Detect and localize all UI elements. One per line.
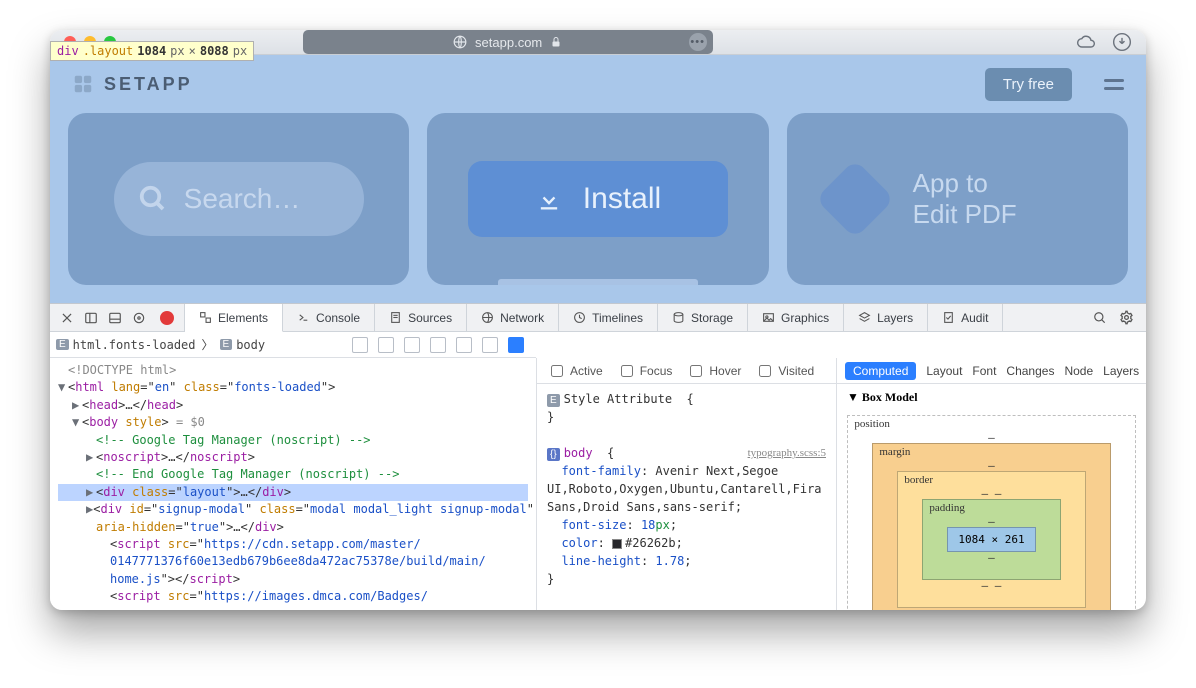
dock-bottom-icon[interactable] [108,311,122,325]
tool-5[interactable] [456,337,472,353]
card-install: Install [427,113,768,285]
computed-panel: Computed Layout Font Changes Node Layers… [836,358,1146,610]
chevron-right-icon: 〉 [202,336,214,353]
box-model-content: 1084 × 261 [947,527,1035,552]
styles-list[interactable]: EStyle Attribute { } {}body {typography.… [537,384,836,610]
breadcrumb-html[interactable]: Ehtml.fonts-loaded [56,338,196,352]
downloads-icon[interactable] [1112,32,1132,52]
state-focus[interactable]: Focus [617,362,673,380]
install-underline [498,279,698,285]
search-icon [138,184,168,214]
brand-text: SETAPP [104,74,193,95]
dom-tree[interactable]: <!DOCTYPE html> ▼<html lang="en" class="… [50,358,536,610]
tab-elements[interactable]: Elements [185,304,283,332]
lock-icon [550,36,562,48]
devtools-tabbar: Elements Console Sources Network Timelin… [50,304,1146,332]
close-devtools-icon[interactable] [60,311,74,325]
tab-audit[interactable]: Audit [928,304,1003,331]
target-icon[interactable] [132,311,146,325]
tool-3[interactable] [404,337,420,353]
inspector-tooltip: div.layout 1084px × 8088px [50,41,254,61]
site-header: div.layout 1084px × 8088px SETAPP Try fr… [50,55,1146,113]
brand-logo[interactable]: SETAPP [72,73,193,95]
install-label: Install [583,182,661,216]
timelines-icon [573,311,586,324]
state-active[interactable]: Active [547,362,603,380]
webpage: div.layout 1084px × 8088px SETAPP Try fr… [50,55,1146,303]
box-model: position– margin– – border– padding– 108… [837,411,1146,610]
tool-7[interactable] [508,337,524,353]
sources-icon [389,311,402,324]
tool-6[interactable] [482,337,498,353]
dock-left-icon[interactable] [84,311,98,325]
tab-console[interactable]: Console [283,304,375,331]
network-icon [481,311,494,324]
reader-more-icon[interactable]: ••• [689,33,707,51]
right-tabs: Computed Layout Font Changes Node Layers [837,358,1146,384]
rtab-font[interactable]: Font [972,364,996,378]
card-app[interactable]: App to Edit PDF [787,113,1128,285]
tab-layers[interactable]: Layers [844,304,928,331]
rtab-layout[interactable]: Layout [926,364,962,378]
app-text: App to Edit PDF [913,168,1017,230]
card-search: Search… [68,113,409,285]
tab-network[interactable]: Network [467,304,559,331]
graphics-icon [762,311,775,324]
globe-icon [453,35,467,49]
rtab-layers[interactable]: Layers [1103,364,1139,378]
menu-button[interactable] [1104,79,1124,90]
rtab-node[interactable]: Node [1064,364,1093,378]
devtools-left-tools [50,304,185,331]
elements-icon [199,311,212,324]
layers-icon [858,311,871,324]
settings-icon[interactable] [1119,310,1134,325]
download-arrow-icon [535,185,563,213]
rtab-changes[interactable]: Changes [1006,364,1054,378]
storage-icon [672,311,685,324]
tab-storage[interactable]: Storage [658,304,748,331]
dom-breadcrumb-bar: Ehtml.fonts-loaded 〉 Ebody [50,332,536,358]
devtools-body: Ehtml.fonts-loaded 〉 Ebody <!DOCTYPE htm… [50,332,1146,610]
devtools-right-tools [1081,304,1146,331]
search-devtools-icon[interactable] [1093,311,1107,325]
tool-4[interactable] [430,337,446,353]
state-hover[interactable]: Hover [686,362,741,380]
tool-1[interactable] [352,337,368,353]
tab-sources[interactable]: Sources [375,304,467,331]
browser-window: setapp.com ••• div.layout 1084px × 8088p… [50,30,1146,610]
state-visited[interactable]: Visited [755,362,814,380]
console-icon [297,311,310,324]
breadcrumb-body[interactable]: Ebody [220,338,266,352]
address-bar[interactable]: setapp.com ••• [303,30,713,54]
search-pill[interactable]: Search… [114,162,364,236]
search-placeholder: Search… [184,183,301,215]
box-model-header: ▼ Box Model [837,384,1146,411]
install-button[interactable]: Install [468,161,728,237]
error-indicator[interactable] [160,311,174,325]
dom-view-tools [352,337,530,353]
toolbar-right [1076,32,1132,52]
tool-2[interactable] [378,337,394,353]
rtab-computed[interactable]: Computed [845,362,916,380]
styles-panel: Active Focus Hover Visited EStyle Attrib… [536,358,836,610]
force-state-bar: Active Focus Hover Visited [537,358,836,384]
tab-graphics[interactable]: Graphics [748,304,844,331]
setapp-logo-icon [72,73,94,95]
app-icon [815,159,894,238]
tab-timelines[interactable]: Timelines [559,304,658,331]
devtools: Elements Console Sources Network Timelin… [50,303,1146,610]
cloud-icon[interactable] [1076,32,1096,52]
try-free-button[interactable]: Try free [985,68,1072,101]
address-domain: setapp.com [475,35,542,50]
hero-cards: Search… Install App to Edit PDF [50,113,1146,303]
audit-icon [942,311,955,324]
